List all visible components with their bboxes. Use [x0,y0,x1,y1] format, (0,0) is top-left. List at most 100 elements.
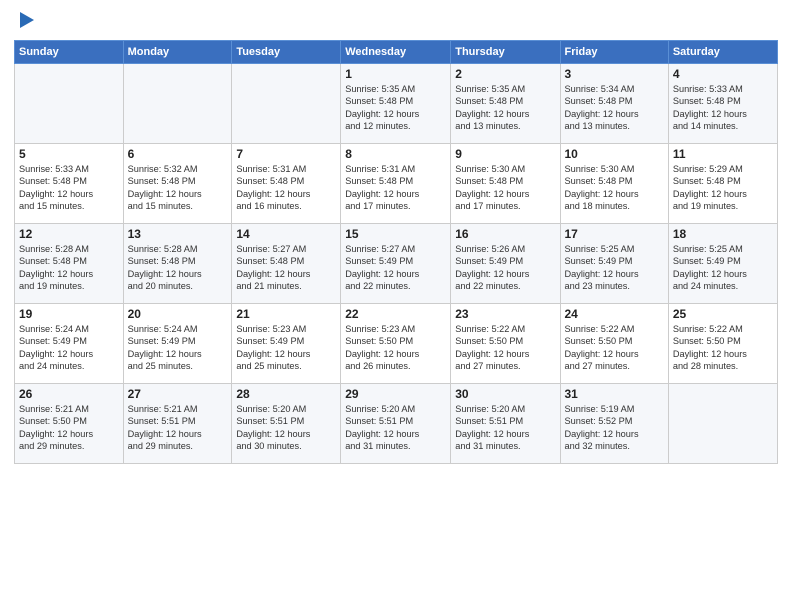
calendar-cell: 21 Sunrise: 5:23 AM Sunset: 5:49 PM Dayli… [232,304,341,384]
day-info: Sunrise: 5:24 AM Sunset: 5:49 PM Dayligh… [128,323,228,373]
day-number: 15 [345,227,446,241]
calendar-cell [232,64,341,144]
day-number: 6 [128,147,228,161]
day-info: Sunrise: 5:33 AM Sunset: 5:48 PM Dayligh… [673,83,773,133]
calendar-cell: 16 Sunrise: 5:26 AM Sunset: 5:49 PM Dayli… [451,224,560,304]
weekday-row: SundayMondayTuesdayWednesdayThursdayFrid… [15,41,778,64]
day-number: 24 [565,307,664,321]
day-info: Sunrise: 5:27 AM Sunset: 5:49 PM Dayligh… [345,243,446,293]
calendar-cell: 24 Sunrise: 5:22 AM Sunset: 5:50 PM Dayli… [560,304,668,384]
calendar-cell: 6Sunrise: 5:32 AM Sunset: 5:48 PM Daylig… [123,144,232,224]
day-info: Sunrise: 5:19 AM Sunset: 5:52 PM Dayligh… [565,403,664,453]
day-info: Sunrise: 5:28 AM Sunset: 5:48 PM Dayligh… [19,243,119,293]
calendar-cell: 9Sunrise: 5:30 AM Sunset: 5:48 PM Daylig… [451,144,560,224]
day-info: Sunrise: 5:31 AM Sunset: 5:48 PM Dayligh… [236,163,336,213]
day-number: 4 [673,67,773,81]
calendar-cell: 29 Sunrise: 5:20 AM Sunset: 5:51 PM Dayli… [341,384,451,464]
calendar-cell: 28Sunrise: 5:20 AM Sunset: 5:51 PM Dayli… [232,384,341,464]
calendar-cell: 13Sunrise: 5:28 AM Sunset: 5:48 PM Dayli… [123,224,232,304]
calendar-cell: 3 Sunrise: 5:34 AM Sunset: 5:48 PM Daylig… [560,64,668,144]
day-number: 20 [128,307,228,321]
day-info: Sunrise: 5:22 AM Sunset: 5:50 PM Dayligh… [565,323,664,373]
day-number: 7 [236,147,336,161]
day-info: Sunrise: 5:24 AM Sunset: 5:49 PM Dayligh… [19,323,119,373]
calendar-cell: 26Sunrise: 5:21 AM Sunset: 5:50 PM Dayli… [15,384,124,464]
day-info: Sunrise: 5:26 AM Sunset: 5:49 PM Dayligh… [455,243,555,293]
calendar-cell: 4 Sunrise: 5:33 AM Sunset: 5:48 PM Daylig… [668,64,777,144]
calendar-cell: 14Sunrise: 5:27 AM Sunset: 5:48 PM Dayli… [232,224,341,304]
calendar-cell: 30 Sunrise: 5:20 AM Sunset: 5:51 PM Dayli… [451,384,560,464]
day-info: Sunrise: 5:33 AM Sunset: 5:48 PM Dayligh… [19,163,119,213]
calendar-cell: 8 Sunrise: 5:31 AM Sunset: 5:48 PM Daylig… [341,144,451,224]
day-info: Sunrise: 5:25 AM Sunset: 5:49 PM Dayligh… [565,243,664,293]
calendar-week-3: 12 Sunrise: 5:28 AM Sunset: 5:48 PM Dayli… [15,224,778,304]
day-info: Sunrise: 5:23 AM Sunset: 5:49 PM Dayligh… [236,323,336,373]
day-number: 28 [236,387,336,401]
day-info: Sunrise: 5:29 AM Sunset: 5:48 PM Dayligh… [673,163,773,213]
calendar-body: 1Sunrise: 5:35 AM Sunset: 5:48 PM Daylig… [15,64,778,464]
day-info: Sunrise: 5:34 AM Sunset: 5:48 PM Dayligh… [565,83,664,133]
calendar-cell: 31 Sunrise: 5:19 AM Sunset: 5:52 PM Dayli… [560,384,668,464]
day-number: 25 [673,307,773,321]
day-number: 17 [565,227,664,241]
logo [14,10,40,32]
calendar-cell [15,64,124,144]
calendar-cell: 11 Sunrise: 5:29 AM Sunset: 5:48 PM Dayli… [668,144,777,224]
day-info: Sunrise: 5:23 AM Sunset: 5:50 PM Dayligh… [345,323,446,373]
calendar-cell: 18 Sunrise: 5:25 AM Sunset: 5:49 PM Dayli… [668,224,777,304]
calendar-cell: 10 Sunrise: 5:30 AM Sunset: 5:48 PM Dayli… [560,144,668,224]
weekday-header-sunday: Sunday [15,41,124,64]
day-number: 3 [565,67,664,81]
day-number: 21 [236,307,336,321]
day-number: 31 [565,387,664,401]
calendar-week-5: 26Sunrise: 5:21 AM Sunset: 5:50 PM Dayli… [15,384,778,464]
calendar-cell: 5 Sunrise: 5:33 AM Sunset: 5:48 PM Daylig… [15,144,124,224]
day-info: Sunrise: 5:30 AM Sunset: 5:48 PM Dayligh… [455,163,555,213]
day-number: 12 [19,227,119,241]
calendar-cell: 12 Sunrise: 5:28 AM Sunset: 5:48 PM Dayli… [15,224,124,304]
page-container: SundayMondayTuesdayWednesdayThursdayFrid… [0,0,792,612]
day-number: 29 [345,387,446,401]
calendar-cell: 1Sunrise: 5:35 AM Sunset: 5:48 PM Daylig… [341,64,451,144]
day-info: Sunrise: 5:21 AM Sunset: 5:51 PM Dayligh… [128,403,228,453]
calendar-table: SundayMondayTuesdayWednesdayThursdayFrid… [14,40,778,464]
weekday-header-tuesday: Tuesday [232,41,341,64]
calendar-cell: 22 Sunrise: 5:23 AM Sunset: 5:50 PM Dayli… [341,304,451,384]
calendar-cell: 23Sunrise: 5:22 AM Sunset: 5:50 PM Dayli… [451,304,560,384]
header [14,10,778,32]
logo-block [14,10,40,32]
calendar-week-1: 1Sunrise: 5:35 AM Sunset: 5:48 PM Daylig… [15,64,778,144]
calendar-cell: 2 Sunrise: 5:35 AM Sunset: 5:48 PM Daylig… [451,64,560,144]
logo-icon [16,10,38,32]
day-info: Sunrise: 5:20 AM Sunset: 5:51 PM Dayligh… [455,403,555,453]
day-number: 22 [345,307,446,321]
day-number: 30 [455,387,555,401]
day-number: 2 [455,67,555,81]
calendar-header: SundayMondayTuesdayWednesdayThursdayFrid… [15,41,778,64]
day-info: Sunrise: 5:22 AM Sunset: 5:50 PM Dayligh… [455,323,555,373]
calendar-cell: 20 Sunrise: 5:24 AM Sunset: 5:49 PM Dayli… [123,304,232,384]
weekday-header-wednesday: Wednesday [341,41,451,64]
day-number: 19 [19,307,119,321]
day-number: 18 [673,227,773,241]
calendar-cell: 15 Sunrise: 5:27 AM Sunset: 5:49 PM Dayli… [341,224,451,304]
day-info: Sunrise: 5:35 AM Sunset: 5:48 PM Dayligh… [455,83,555,133]
day-number: 16 [455,227,555,241]
day-info: Sunrise: 5:20 AM Sunset: 5:51 PM Dayligh… [345,403,446,453]
day-number: 10 [565,147,664,161]
calendar-cell [123,64,232,144]
day-number: 8 [345,147,446,161]
calendar-week-4: 19 Sunrise: 5:24 AM Sunset: 5:49 PM Dayli… [15,304,778,384]
day-number: 27 [128,387,228,401]
calendar-cell: 27 Sunrise: 5:21 AM Sunset: 5:51 PM Dayli… [123,384,232,464]
calendar-cell: 19 Sunrise: 5:24 AM Sunset: 5:49 PM Dayli… [15,304,124,384]
day-info: Sunrise: 5:30 AM Sunset: 5:48 PM Dayligh… [565,163,664,213]
day-number: 5 [19,147,119,161]
day-info: Sunrise: 5:31 AM Sunset: 5:48 PM Dayligh… [345,163,446,213]
day-number: 11 [673,147,773,161]
day-info: Sunrise: 5:22 AM Sunset: 5:50 PM Dayligh… [673,323,773,373]
calendar-cell: 25 Sunrise: 5:22 AM Sunset: 5:50 PM Dayli… [668,304,777,384]
day-info: Sunrise: 5:35 AM Sunset: 5:48 PM Dayligh… [345,83,446,133]
day-info: Sunrise: 5:25 AM Sunset: 5:49 PM Dayligh… [673,243,773,293]
weekday-header-friday: Friday [560,41,668,64]
